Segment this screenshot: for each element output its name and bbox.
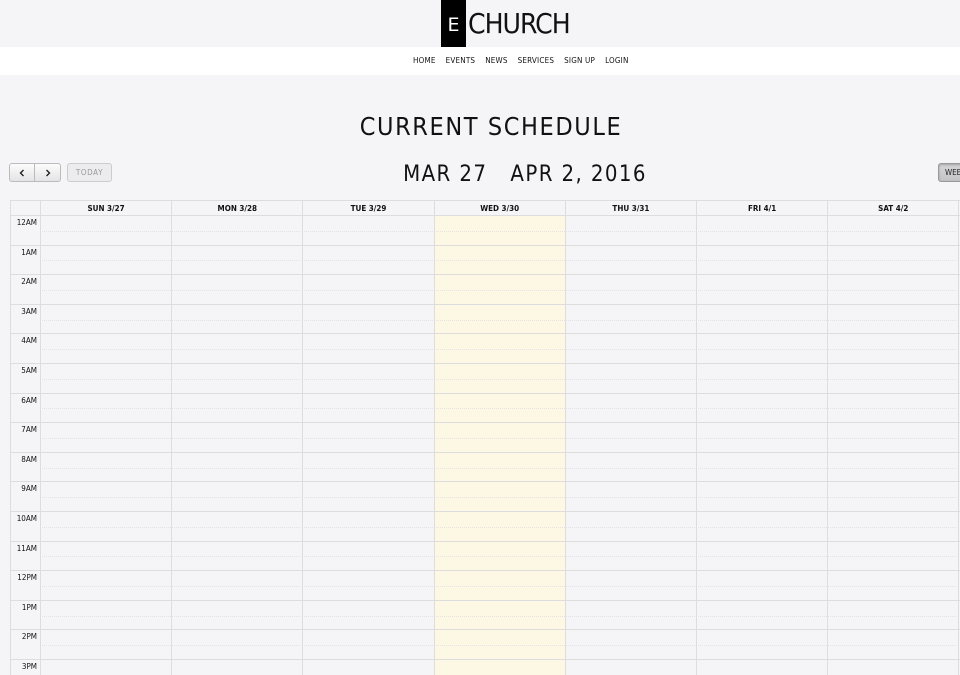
day-header: FRI 4/1: [696, 201, 827, 216]
page: E CHURCH HOME EVENTS NEWS SERVICES SIGN …: [0, 0, 960, 675]
half-hour-line: [40, 467, 960, 469]
hour-label: 10AM: [16, 514, 37, 523]
week-calendar: SUN 3/27 MON 3/28 TUE 3/29 WED 3/30 THU 3/31…: [10, 200, 960, 675]
hour-row[interactable]: 6AM: [11, 394, 960, 424]
half-hour-line: [40, 289, 960, 291]
day-header: SUN 3/27: [40, 201, 171, 216]
day-header: THU 3/31: [564, 201, 696, 216]
hour-row[interactable]: 3AM: [11, 305, 960, 335]
day-column-divider: [827, 201, 829, 675]
date-range-title: MAR 27 APR 2, 2016: [403, 162, 647, 187]
calendar-nav-buttons: [9, 163, 61, 182]
day-header: TUE 3/29: [302, 201, 433, 216]
hour-label: 2AM: [21, 277, 37, 287]
hour-row[interactable]: 8AM: [11, 453, 960, 483]
day-column-divider: [696, 201, 697, 675]
day-column-divider: [171, 201, 173, 675]
hour-label: 11AM: [16, 543, 37, 553]
hour-row[interactable]: 3PM: [11, 660, 960, 675]
hour-label: 5AM: [21, 366, 37, 375]
half-hour-line: [40, 526, 960, 528]
today-button[interactable]: TODAY: [67, 163, 112, 182]
half-hour-line: [40, 497, 960, 499]
hour-label: 1AM: [21, 247, 37, 257]
hour-label: 1PM: [21, 602, 37, 612]
chevron-left-icon: [18, 169, 26, 177]
hour-label: 8AM: [21, 454, 37, 464]
logo-letter: E: [447, 14, 460, 36]
hour-row[interactable]: 1PM: [11, 601, 960, 631]
prev-button[interactable]: [9, 163, 35, 182]
header: E CHURCH: [0, 0, 960, 55]
hour-row[interactable]: 1AM: [11, 246, 960, 276]
day-column-divider: [564, 201, 566, 675]
hour-row[interactable]: 9AM: [11, 482, 960, 512]
logo-text: CHURCH: [468, 7, 571, 40]
day-column-divider: [958, 201, 960, 675]
half-hour-line: [40, 378, 960, 380]
half-hour-line: [40, 408, 960, 410]
half-hour-line: [40, 260, 960, 262]
hour-label: 4AM: [21, 336, 37, 346]
hour-row[interactable]: 2AM: [11, 275, 960, 305]
main-nav: HOME EVENTS NEWS SERVICES SIGN UP LOGIN: [0, 47, 960, 75]
day-column-divider: [433, 201, 435, 675]
day-column-divider: [302, 201, 304, 675]
hour-label: 12AM: [16, 218, 37, 227]
half-hour-line: [40, 615, 960, 617]
half-hour-line: [40, 349, 960, 351]
day-header: SAT 4/2: [827, 201, 958, 216]
half-hour-line: [40, 230, 960, 232]
hour-row[interactable]: 2PM: [11, 630, 960, 660]
nav-item-sign-up[interactable]: SIGN UP: [564, 56, 595, 66]
nav-item-home[interactable]: HOME: [413, 56, 436, 66]
half-hour-line: [40, 437, 960, 439]
hour-label: 6AM: [21, 395, 37, 405]
hour-label: 7AM: [21, 425, 37, 435]
hour-label: 3AM: [21, 306, 37, 316]
next-button[interactable]: [35, 163, 61, 182]
nav-item-login[interactable]: LOGIN: [605, 56, 628, 66]
hour-row[interactable]: 7AM: [11, 423, 960, 453]
gutter-divider: [40, 201, 41, 675]
hour-label: 12PM: [17, 573, 37, 583]
half-hour-line: [40, 319, 960, 321]
day-header-row: SUN 3/27 MON 3/28 TUE 3/29 WED 3/30 THU 3/31…: [11, 201, 960, 216]
hour-row[interactable]: 10AM: [11, 512, 960, 542]
hour-label: 9AM: [21, 484, 37, 494]
hour-row[interactable]: 11AM: [11, 542, 960, 572]
hour-label: 2PM: [21, 632, 37, 642]
hour-label: 3PM: [21, 662, 37, 671]
nav-item-services[interactable]: SERVICES: [518, 56, 554, 66]
page-title: CURRENT SCHEDULE: [359, 112, 623, 141]
hour-row[interactable]: 4AM: [11, 334, 960, 364]
half-hour-line: [40, 585, 960, 587]
hour-row[interactable]: 5AM: [11, 364, 960, 394]
hour-row[interactable]: 12AM: [11, 216, 960, 246]
nav-item-events[interactable]: EVENTS: [446, 56, 476, 66]
day-header: WED 3/30: [433, 201, 565, 216]
week-view-button[interactable]: WEEK: [938, 163, 960, 182]
day-header: MON 3/28: [171, 201, 302, 216]
hour-row[interactable]: 12PM: [11, 571, 960, 601]
chevron-right-icon: [44, 169, 52, 177]
half-hour-line: [40, 645, 960, 647]
nav-item-news[interactable]: NEWS: [485, 56, 507, 66]
nav-list: HOME EVENTS NEWS SERVICES SIGN UP LOGIN: [413, 56, 629, 66]
half-hour-line: [40, 556, 960, 558]
